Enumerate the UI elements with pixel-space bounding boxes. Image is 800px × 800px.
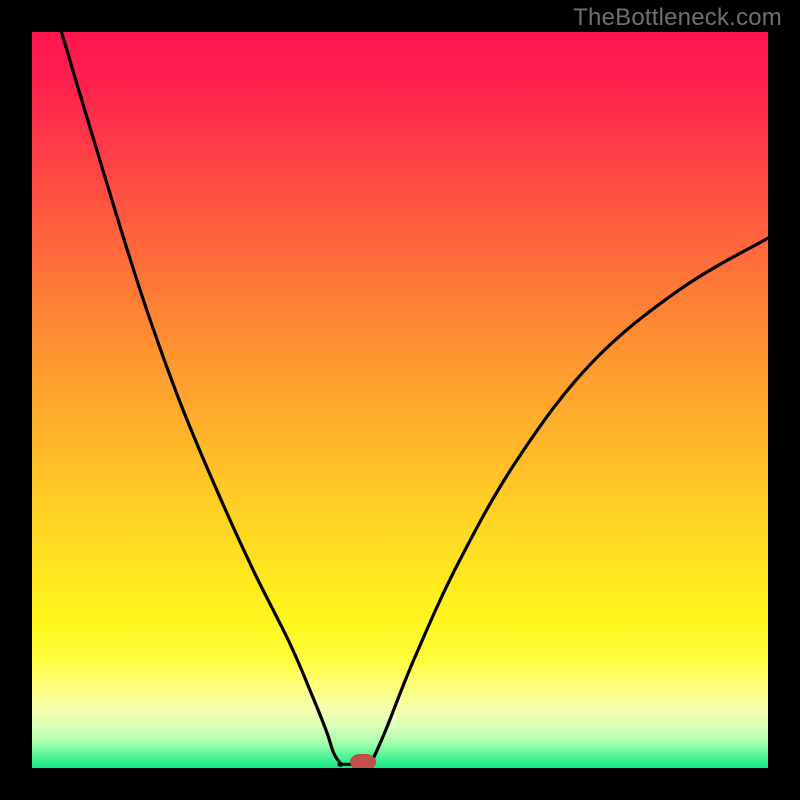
chart-frame: TheBottleneck.com: [0, 0, 800, 800]
plot-area: [32, 32, 768, 768]
curve-path: [61, 32, 768, 767]
bottleneck-curve: [32, 32, 768, 768]
watermark-text: TheBottleneck.com: [573, 4, 782, 32]
optimum-marker: [350, 754, 376, 768]
